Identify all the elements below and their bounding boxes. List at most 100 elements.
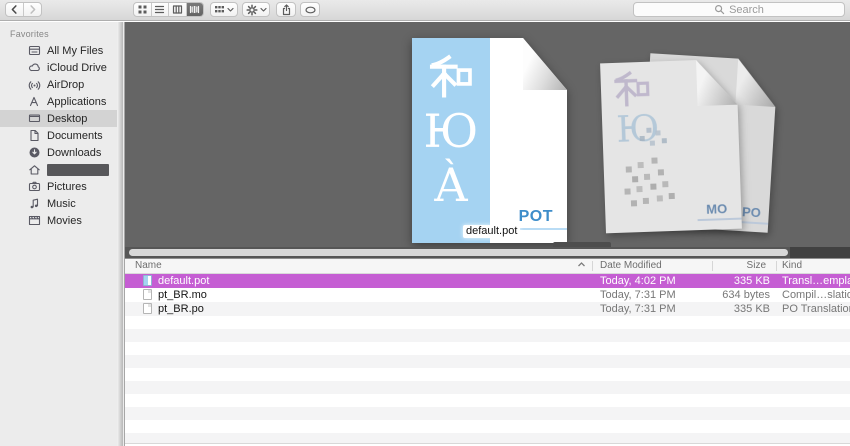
po-type-label: PO <box>742 204 762 220</box>
sidebar-item-music[interactable]: Music <box>0 195 117 212</box>
all-my-files-icon <box>27 44 41 57</box>
sidebar-item-label: Applications <box>47 96 106 108</box>
coverflow-view-icon <box>189 4 200 15</box>
mo-type-label: MO <box>706 201 727 217</box>
horizontal-scrollbar <box>125 247 850 258</box>
coverflow-item-default-pot[interactable]: Ю À POT <box>412 38 567 243</box>
file-row-pt-br-po[interactable]: pt_BR.po Today, 7:31 PM 335 KB PO Transl… <box>125 302 850 316</box>
applications-icon <box>27 95 41 108</box>
coverflow-item-pt-br-mo[interactable]: Ю MO <box>600 59 742 234</box>
gear-icon <box>246 4 258 16</box>
cjk-he-glyph-icon <box>428 54 474 100</box>
sidebar-item-movies[interactable]: Movies <box>0 212 117 229</box>
view-coverflow-button[interactable] <box>187 3 204 16</box>
sidebar-item-downloads[interactable]: Downloads <box>0 144 117 161</box>
share-icon <box>281 4 292 16</box>
column-header-name[interactable]: Name <box>135 259 162 273</box>
tag-icon <box>304 5 317 15</box>
file-mini-icon <box>143 289 152 300</box>
chevron-down-icon <box>260 6 267 13</box>
file-name: default.pot <box>158 274 209 288</box>
chevron-down-icon <box>227 6 234 13</box>
file-mini-icon <box>143 303 152 314</box>
airdrop-icon <box>27 78 41 91</box>
music-icon <box>27 197 41 210</box>
column-header-size[interactable]: Size <box>747 259 766 273</box>
list-view-icon <box>154 4 165 15</box>
view-icons-button[interactable] <box>134 3 152 16</box>
tags-button[interactable] <box>300 2 320 17</box>
list-header: Name Date Modified Size Kind <box>125 258 850 274</box>
favorites-section-label: Favorites <box>10 29 49 39</box>
nav-buttons <box>5 2 42 17</box>
sidebar-item-label: Pictures <box>47 181 87 193</box>
file-row-default-pot[interactable]: default.pot Today, 4:02 PM 335 KB Transl… <box>125 274 850 288</box>
search-input[interactable]: Search <box>633 2 845 17</box>
search-placeholder: Search <box>729 4 764 16</box>
sidebar-item-label: Movies <box>47 215 82 227</box>
file-date-modified: Today, 7:31 PM <box>600 288 676 302</box>
sidebar-item-all-my-files[interactable]: All My Files <box>0 42 117 59</box>
empty-list-stripes <box>125 316 850 444</box>
file-name: pt_BR.po <box>158 302 204 316</box>
sidebar-item-label: Documents <box>47 130 103 142</box>
scrollbar-thumb[interactable] <box>129 249 788 256</box>
home-icon <box>27 163 41 176</box>
column-divider[interactable] <box>712 261 713 271</box>
file-row-pt-br-mo[interactable]: pt_BR.mo Today, 7:31 PM 634 bytes Compil… <box>125 288 850 302</box>
desktop-icon <box>27 112 41 125</box>
sidebar-item-airdrop[interactable]: AirDrop <box>0 76 117 93</box>
page-curl-icon <box>523 38 567 90</box>
sidebar-item-desktop[interactable]: Desktop <box>0 110 117 127</box>
page-curl-icon <box>696 59 738 106</box>
search-icon <box>714 4 725 15</box>
file-kind: PO Translation <box>782 302 850 316</box>
file-size: 634 bytes <box>722 288 770 302</box>
sidebar-item-label: All My Files <box>47 45 103 57</box>
view-list-button[interactable] <box>152 3 170 16</box>
arrange-icon <box>214 4 225 15</box>
column-view-icon <box>172 4 183 15</box>
file-size: 335 KB <box>734 302 770 316</box>
movies-icon <box>27 214 41 227</box>
file-date-modified: Today, 7:31 PM <box>600 302 676 316</box>
sidebar-item-pictures[interactable]: Pictures <box>0 178 117 195</box>
file-date-modified: Today, 4:02 PM <box>600 274 676 288</box>
chevron-left-icon <box>9 4 20 15</box>
action-button[interactable] <box>242 2 270 17</box>
sidebar-item-applications[interactable]: Applications <box>0 93 117 110</box>
coverflow-filename-label: default.pot <box>463 225 520 238</box>
pot-file-mini-icon <box>143 275 152 286</box>
sidebar-item-home[interactable] <box>0 161 117 178</box>
back-button[interactable] <box>6 3 24 16</box>
sidebar-item-label: AirDrop <box>47 79 84 91</box>
coverflow-stack: PO Ю <box>603 55 778 240</box>
file-name: pt_BR.mo <box>158 288 207 302</box>
redacted-username <box>47 164 109 176</box>
column-divider[interactable] <box>592 261 593 271</box>
dissolve-pixels <box>626 166 632 172</box>
latin-a-grave-glyph: À <box>434 164 467 208</box>
sidebar-scrollbar[interactable] <box>117 22 123 446</box>
pictures-icon <box>27 180 41 193</box>
pot-icon-blue-stripe: Ю À <box>412 38 490 243</box>
downloads-icon <box>27 146 41 159</box>
sort-ascending-icon <box>577 260 586 274</box>
column-divider[interactable] <box>776 261 777 271</box>
column-header-date-modified[interactable]: Date Modified <box>600 259 662 273</box>
finder-window: Search Favorites All My Files iCloud Dri… <box>0 0 850 446</box>
cloud-icon <box>27 61 41 74</box>
arrange-button[interactable] <box>210 2 238 17</box>
sidebar-item-documents[interactable]: Documents <box>0 127 117 144</box>
view-columns-button[interactable] <box>169 3 187 16</box>
cyrillic-yu-glyph-faded: Ю <box>616 111 660 148</box>
toolbar: Search <box>0 0 850 21</box>
column-header-kind[interactable]: Kind <box>782 259 802 273</box>
share-button[interactable] <box>276 2 296 17</box>
pot-type-label: POT <box>519 208 553 226</box>
sidebar-item-icloud-drive[interactable]: iCloud Drive <box>0 59 117 76</box>
icon-view-icon <box>137 4 148 15</box>
page-curl-icon <box>735 59 778 107</box>
main-pane: Ю À POT default.pot PO <box>125 22 850 446</box>
forward-button[interactable] <box>24 3 41 16</box>
